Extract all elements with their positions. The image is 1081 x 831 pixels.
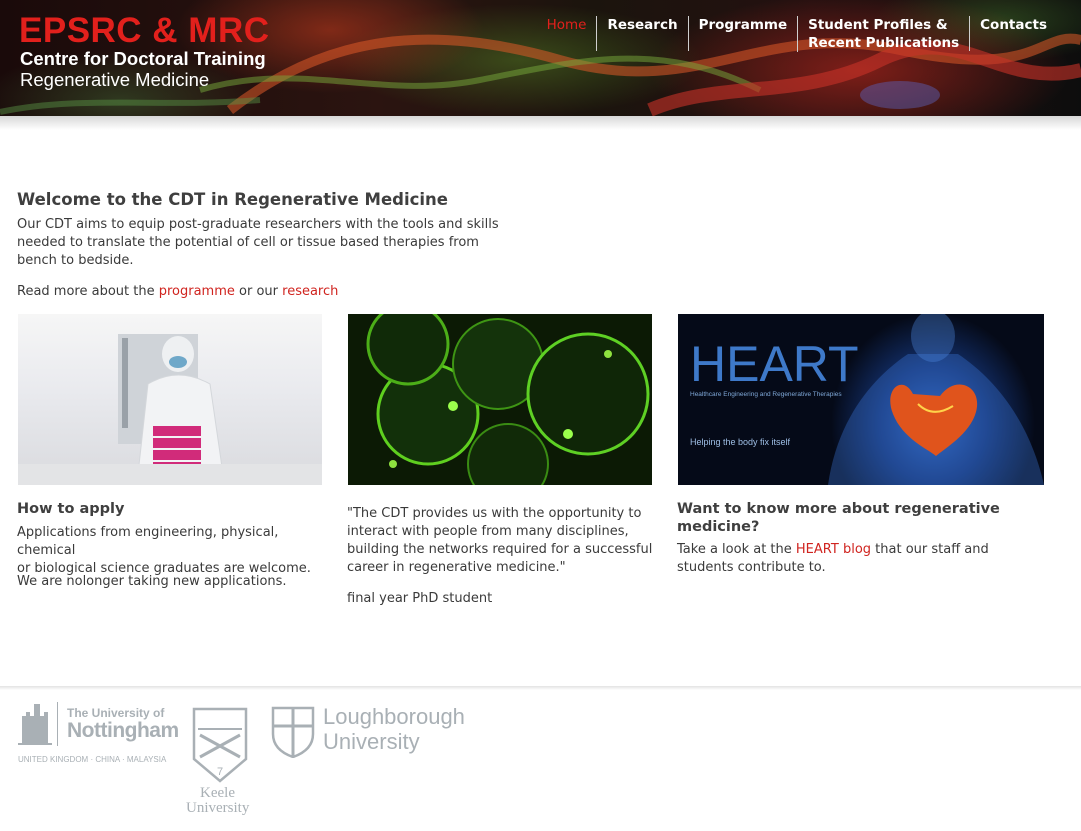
heart-title-line2: medicine? (677, 519, 760, 535)
heart-blog-image[interactable]: HEART Healthcare Engineering and Regener… (678, 314, 1044, 485)
site-header: EPSRC & MRC Centre for Doctoral Training… (0, 0, 1081, 116)
welcome-intro: Our CDT aims to equip post-graduate rese… (17, 216, 507, 270)
logo-title[interactable]: EPSRC & MRC (19, 12, 270, 50)
logo-subtitle[interactable]: Centre for Doctoral Training (20, 49, 266, 69)
heart-title-line1: Want to know more about regenerative (677, 501, 1000, 517)
nav-student-profiles-line1: Student Profiles & (808, 17, 948, 33)
heart-body-illustration: HEART Healthcare Engineering and Regener… (690, 314, 1044, 485)
keele-line2: University (186, 800, 250, 816)
nottingham-castle-icon (18, 704, 52, 745)
readmore-text: Read more about the programme or our res… (17, 283, 338, 301)
heart-text: Take a look at the HEART blog that our s… (677, 541, 1017, 577)
main-nav: Home Research Programme Student Profiles… (537, 16, 1057, 52)
keele-logo[interactable]: 7 Keele University (186, 707, 256, 819)
welcome-intro-line2: needed to translate the potential of cel… (17, 235, 479, 250)
welcome-intro-line3: bench to bedside. (17, 253, 134, 268)
header-shadow (0, 116, 1081, 130)
nav-research[interactable]: Research (596, 16, 687, 51)
cells-micrograph-illustration (366, 314, 650, 485)
loughborough-line1: Loughborough (323, 704, 465, 729)
nav-home[interactable]: Home (537, 16, 597, 51)
apply-text-line1: Applications from engineering, physical,… (17, 525, 279, 558)
quote-attribution: final year PhD student (347, 591, 493, 606)
nav-programme[interactable]: Programme (687, 16, 798, 51)
heart-image-tagline: Helping the body fix itself (690, 437, 791, 447)
stem-cells-image (348, 314, 652, 485)
loughborough-line2: University (323, 729, 420, 754)
nav-student-profiles[interactable]: Student Profiles & Recent Publications (797, 16, 969, 52)
heart-blog-link[interactable]: HEART blog (796, 542, 871, 557)
footer-divider (0, 686, 1081, 690)
heart-title: Want to know more about regenerative med… (677, 500, 1017, 536)
loughborough-logo[interactable]: Loughborough University (271, 704, 491, 762)
keele-shield-number: 7 (217, 766, 223, 778)
student-quote-line4: career in regenerative medicine." (347, 560, 566, 575)
heart-text-suffix: that our staff and (875, 542, 989, 557)
page-title: Welcome to the CDT in Regenerative Medic… (17, 190, 448, 209)
apply-title: How to apply (17, 501, 125, 517)
programme-link[interactable]: programme (159, 284, 235, 299)
heart-image-title: HEART (690, 336, 859, 392)
nottingham-line1: The University of (67, 706, 165, 720)
student-quote-line1: "The CDT provides us with the opportunit… (347, 506, 642, 521)
student-quote-line2: interact with people from many disciplin… (347, 524, 629, 539)
apply-closed-notice: We are nolonger taking new applications. (17, 574, 287, 589)
student-quote: "The CDT provides us with the opportunit… (347, 505, 657, 577)
student-quote-line3: building the networks required for a suc… (347, 542, 653, 557)
apply-text: Applications from engineering, physical,… (17, 524, 337, 578)
nav-contacts[interactable]: Contacts (969, 16, 1057, 51)
loughborough-shield-icon (271, 706, 315, 758)
nav-student-profiles-line2: Recent Publications (808, 35, 960, 51)
nottingham-logo[interactable]: The University of Nottingham UNITED KING… (18, 702, 179, 768)
heart-text-prefix: Take a look at the (677, 542, 792, 557)
keele-shield-icon: 7 (192, 707, 248, 783)
lab-researcher-image (18, 314, 322, 485)
heart-image-subtitle: Healthcare Engineering and Regenerative … (690, 391, 842, 398)
research-link[interactable]: research (282, 284, 338, 299)
nottingham-line2: Nottingham (67, 719, 179, 742)
readmore-prefix: Read more about the (17, 284, 155, 299)
heart-text-line2: students contribute to. (677, 560, 826, 575)
welcome-intro-line1: Our CDT aims to equip post-graduate rese… (17, 217, 499, 232)
logo-tagline[interactable]: Regenerative Medicine (20, 70, 209, 90)
nottingham-line3: UNITED KINGDOM · CHINA · MALAYSIA (18, 755, 167, 764)
readmore-mid: or our (239, 284, 278, 299)
lab-scene-illustration (18, 334, 322, 485)
